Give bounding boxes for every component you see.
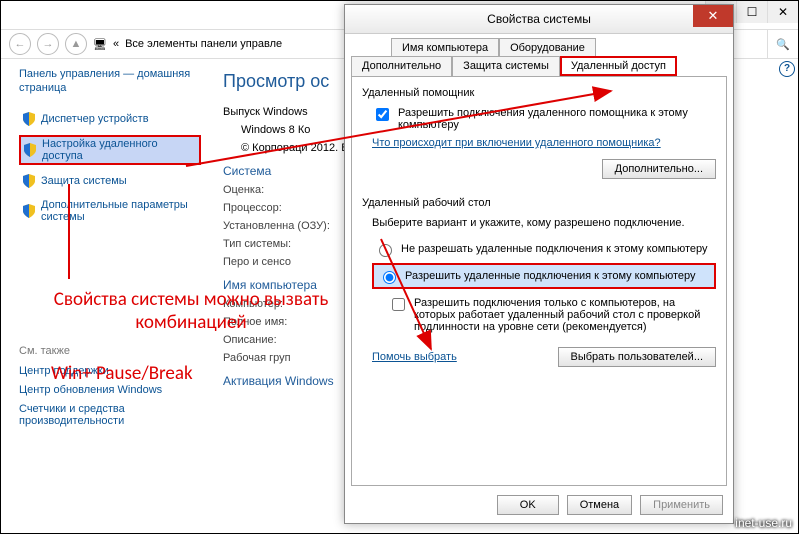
sidebar-item-advanced[interactable]: Дополнительные параметры системы xyxy=(19,197,201,225)
sidebar-home-link[interactable]: Панель управления — домашняя страница xyxy=(19,67,201,96)
see-also-heading: См. также xyxy=(19,345,201,357)
remote-desktop-heading: Удаленный рабочий стол xyxy=(362,197,716,209)
radio-no-remote[interactable] xyxy=(379,244,392,257)
tab-advanced[interactable]: Дополнительно xyxy=(351,56,452,76)
ok-button[interactable]: OK xyxy=(497,495,559,515)
radio-allow-remote[interactable] xyxy=(383,271,396,284)
sidebar-item-system-protection[interactable]: Защита системы xyxy=(19,172,201,190)
dialog-body: Удаленный помощник Разрешить подключения… xyxy=(351,76,727,486)
remote-assistance-heading: Удаленный помощник xyxy=(362,87,716,99)
pen-label: Перо и сенсо xyxy=(223,256,353,268)
tab-computer-name[interactable]: Имя компьютера xyxy=(391,38,499,57)
allow-remote-assistance-label: Разрешить подключения удаленного помощни… xyxy=(398,107,716,131)
rating-label: Оценка: xyxy=(223,184,353,196)
tab-strip: Имя компьютера Оборудование Дополнительн… xyxy=(345,34,733,76)
apply-button[interactable]: Применить xyxy=(640,495,723,515)
select-users-button[interactable]: Выбрать пользователей... xyxy=(558,347,717,367)
radio-no-remote-label: Не разрешать удаленные подключения к это… xyxy=(401,243,708,255)
link-performance[interactable]: Счетчики и средства производительности xyxy=(19,403,201,427)
annotation-text-2: Win+ Pause/Break xyxy=(51,363,193,386)
desc-label: Описание: xyxy=(223,334,353,346)
nla-label: Разрешить подключения только с компьютер… xyxy=(414,297,716,333)
search-icon[interactable]: 🔍 xyxy=(767,29,798,59)
watermark: inet-use.ru xyxy=(735,516,792,530)
sidebar-item-remote-settings[interactable]: Настройка удаленного доступа xyxy=(19,135,201,165)
cpu-label: Процессор: xyxy=(223,202,353,214)
sidebar-item-label: Защита системы xyxy=(41,175,127,187)
radio-allow-remote-label: Разрешить удаленные подключения к этому … xyxy=(405,270,696,282)
sidebar-item-label: Настройка удаленного доступа xyxy=(42,138,196,162)
sidebar-item-label: Диспетчер устройств xyxy=(41,113,149,125)
cancel-button[interactable]: Отмена xyxy=(567,495,632,515)
nla-checkbox[interactable] xyxy=(392,298,405,311)
dialog-close-button[interactable]: ✕ xyxy=(693,5,733,27)
tab-protection[interactable]: Защита системы xyxy=(452,56,560,76)
ram-label: Установленна (ОЗУ): xyxy=(223,220,353,232)
dialog-title: Свойства системы ✕ xyxy=(345,5,733,34)
annotation-text-1: Свойства системы можно вызвать комбинаци… xyxy=(51,289,331,335)
close-button[interactable]: ✕ xyxy=(767,1,798,23)
back-button[interactable]: ← xyxy=(9,33,31,55)
sidebar-item-device-manager[interactable]: Диспетчер устройств xyxy=(19,110,201,128)
remote-desktop-text: Выберите вариант и укажите, кому разреше… xyxy=(372,217,716,229)
shield-icon xyxy=(23,174,35,188)
system-properties-dialog: Свойства системы ✕ Имя компьютера Оборуд… xyxy=(344,4,734,524)
tab-hardware[interactable]: Оборудование xyxy=(499,38,596,57)
up-button[interactable]: ▲ xyxy=(65,33,87,55)
shield-icon xyxy=(23,112,35,126)
remote-assistance-help-link[interactable]: Что происходит при включении удаленного … xyxy=(372,137,661,149)
breadcrumb-icon: 🖥 xyxy=(93,38,107,51)
remote-assistance-advanced-button[interactable]: Дополнительно... xyxy=(602,159,716,179)
forward-button[interactable]: → xyxy=(37,33,59,55)
shield-icon xyxy=(23,204,35,218)
allow-remote-assistance-checkbox[interactable] xyxy=(376,108,389,121)
type-label: Тип системы: xyxy=(223,238,353,250)
maximize-button[interactable]: ☐ xyxy=(736,1,767,23)
workgroup-label: Рабочая груп xyxy=(223,352,353,364)
tab-remote[interactable]: Удаленный доступ xyxy=(560,56,677,76)
shield-icon xyxy=(24,143,36,157)
help-choose-link[interactable]: Помочь выбрать xyxy=(372,351,457,363)
sidebar-item-label: Дополнительные параметры системы xyxy=(41,199,197,223)
